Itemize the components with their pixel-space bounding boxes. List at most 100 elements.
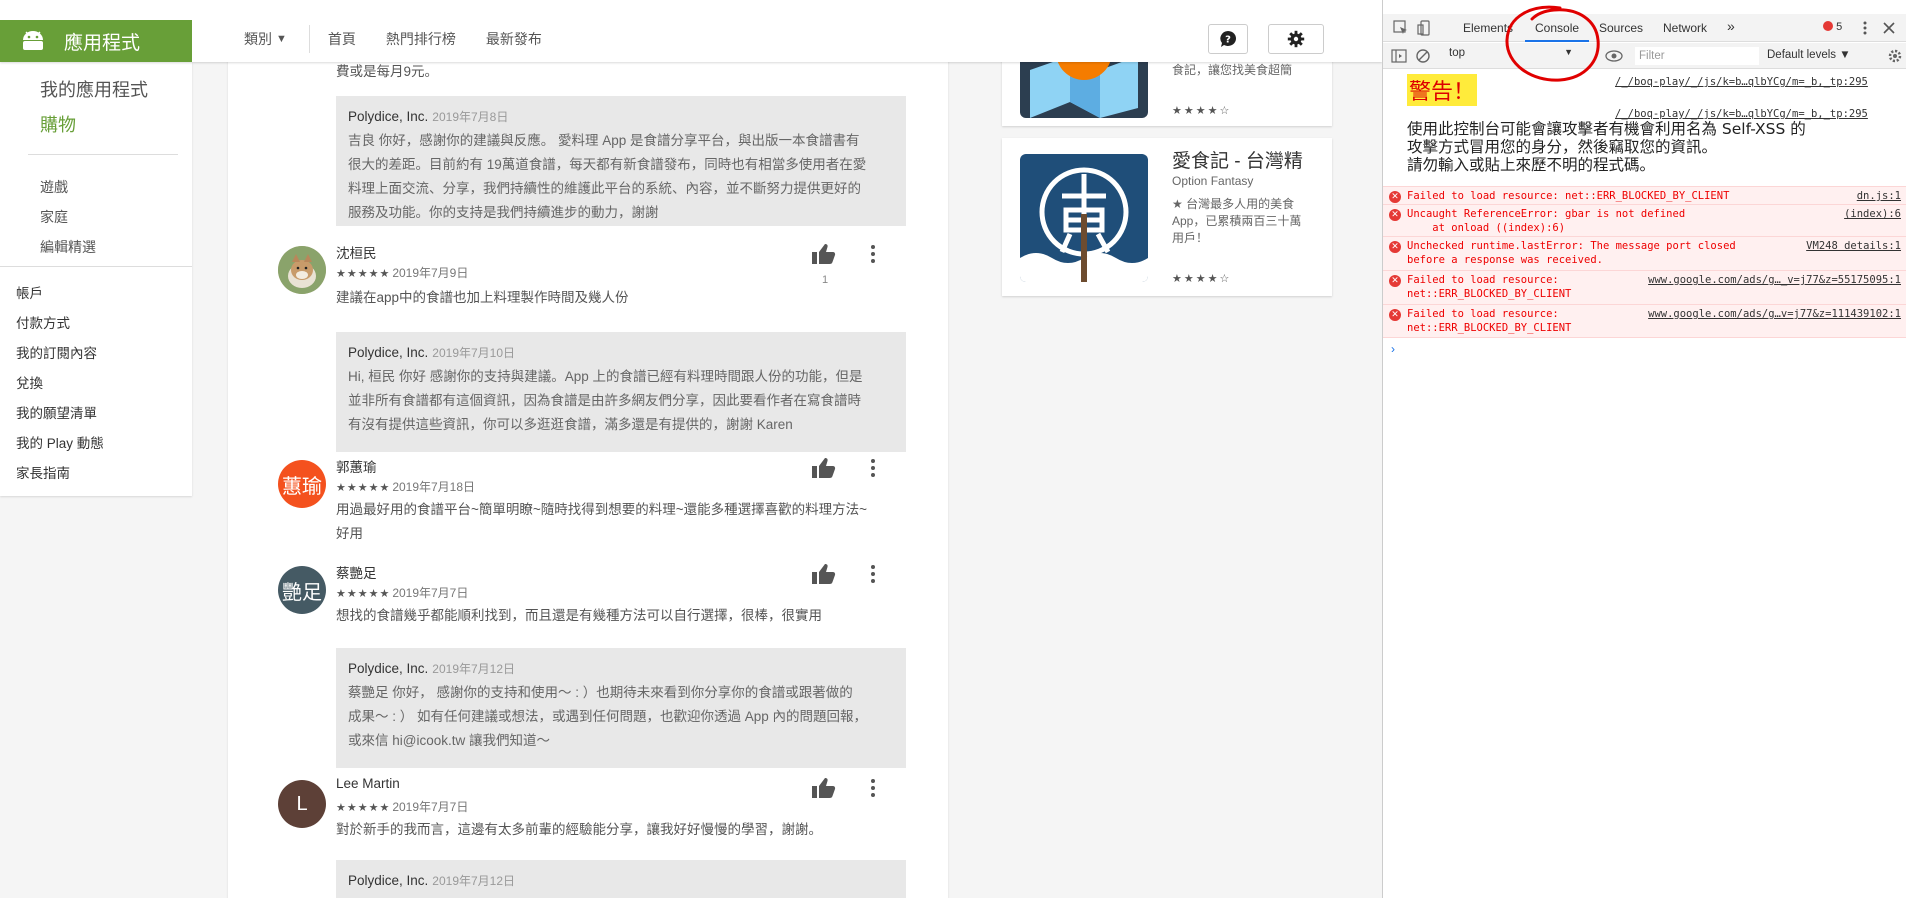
tab-elements[interactable]: Elements bbox=[1463, 21, 1513, 35]
error-message: Failed to load resource: net::ERR_BLOCKE… bbox=[1407, 274, 1572, 300]
error-location[interactable]: www.google.com/ads/g…_v=j77&z=55175095:1 bbox=[1648, 274, 1901, 286]
like-count: 1 bbox=[822, 274, 829, 286]
reply-line: 料理上面交流、分享，我們持續性的維護此平台的系統、內容，並不斷努力提供更好的 bbox=[348, 181, 861, 196]
more-vert-icon[interactable] bbox=[866, 244, 880, 264]
sidebar-toggle-icon[interactable] bbox=[1391, 48, 1407, 64]
console-settings-gear-icon[interactable] bbox=[1887, 48, 1903, 64]
sidenav-shop[interactable]: 購物 bbox=[40, 111, 76, 137]
console-toolbar: top ▼ Filter Default levels ▼ bbox=[1383, 43, 1906, 69]
nav-home[interactable]: 首頁 bbox=[328, 29, 356, 49]
nav-divider bbox=[308, 25, 310, 53]
console-error-row[interactable]: ✕ Failed to load resource: net::ERR_BLOC… bbox=[1383, 304, 1906, 338]
device-toolbar-icon[interactable] bbox=[1417, 20, 1433, 36]
close-devtools-icon[interactable] bbox=[1881, 20, 1897, 36]
error-x-icon: ✕ bbox=[1389, 191, 1401, 203]
tab-sources[interactable]: Sources bbox=[1599, 21, 1643, 35]
app-developer: Option Fantasy bbox=[1172, 174, 1254, 188]
sidenav-item-play-activity[interactable]: 我的 Play 動態 bbox=[16, 432, 104, 452]
error-badge-icon bbox=[1823, 21, 1833, 31]
thumbs-up-icon[interactable] bbox=[810, 562, 836, 586]
feedback-button[interactable]: ? bbox=[1208, 24, 1248, 54]
review-meta: ★★★★★ 2019年7月7日 bbox=[336, 584, 468, 601]
reply-line: 很大的差距。目前約有 19萬道食譜，每天都有新食譜發布，同時也有相當多使用者在愛 bbox=[348, 157, 867, 172]
error-counter[interactable]: 5 bbox=[1823, 21, 1842, 33]
context-selector[interactable]: top ▼ bbox=[1449, 47, 1577, 65]
warning-line: 攻擊方式冒用您的身分，然後竊取您的資訊。 bbox=[1407, 138, 1718, 156]
sidenav-item-parent-guide[interactable]: 家長指南 bbox=[16, 462, 70, 482]
review-meta: ★★★★★ 2019年7月7日 bbox=[336, 798, 468, 815]
error-x-icon: ✕ bbox=[1389, 309, 1401, 321]
more-vert-icon[interactable] bbox=[866, 458, 880, 478]
console-error-row[interactable]: ✕ Unchecked runtime.lastError: The messa… bbox=[1383, 236, 1906, 270]
sidenav-item-subscriptions[interactable]: 我的訂閱內容 bbox=[16, 342, 97, 362]
app-desc: 食記，讓您找美食超簡 bbox=[1172, 63, 1293, 77]
play-store-page: 應用程式 類別 ▼ 首頁 熱門排行榜 最新發布 ? 我的應用程式 購物 遊戲 家… bbox=[0, 0, 1382, 898]
error-location[interactable]: VM248 details:1 bbox=[1806, 240, 1901, 252]
kebab-menu-icon[interactable] bbox=[1857, 20, 1873, 36]
category-dropdown[interactable]: 類別 ▼ bbox=[244, 29, 287, 49]
console-error-row[interactable]: ✕ Uncaught ReferenceError: gbar is not d… bbox=[1383, 204, 1906, 236]
nav-top-charts[interactable]: 熱門排行榜 bbox=[386, 29, 456, 49]
more-tabs-icon[interactable]: » bbox=[1727, 18, 1735, 34]
thumbs-up-icon[interactable] bbox=[810, 242, 836, 266]
tab-console[interactable]: Console bbox=[1535, 21, 1579, 35]
sidenav-item-family[interactable]: 家庭 bbox=[40, 207, 68, 227]
developer-reply: Polydice, Inc. 2019年7月12日 bbox=[336, 860, 906, 898]
devtools-panel: Elements Console Sources Network » 5 top… bbox=[1382, 0, 1906, 898]
review-meta: ★★★★★ 2019年7月9日 bbox=[336, 264, 468, 281]
inspect-element-icon[interactable] bbox=[1393, 20, 1409, 36]
apps-brand-tab[interactable]: 應用程式 bbox=[0, 20, 192, 62]
rating-stars: ★★★★★ bbox=[336, 588, 391, 600]
sidenav-item-payment[interactable]: 付款方式 bbox=[16, 312, 70, 332]
dog-avatar-image bbox=[278, 246, 326, 294]
error-message: Failed to load resource: net::ERR_BLOCKE… bbox=[1407, 308, 1572, 334]
app-desc-line: 用戶！ bbox=[1172, 231, 1209, 245]
sidenav-item-games[interactable]: 遊戲 bbox=[40, 177, 68, 197]
feedback-icon: ? bbox=[1220, 31, 1236, 47]
clear-console-icon[interactable] bbox=[1415, 48, 1431, 64]
developer-reply: Polydice, Inc. 2019年7月8日 吉良 你好，感謝你的建議與反應。… bbox=[336, 96, 906, 226]
category-label: 類別 bbox=[244, 31, 272, 47]
nav-new-releases[interactable]: 最新發布 bbox=[486, 29, 542, 49]
error-location[interactable]: (index):6 bbox=[1844, 208, 1901, 220]
live-expression-eye-icon[interactable] bbox=[1605, 48, 1623, 64]
reply-line: Hi, 桓民 你好 感謝你的支持與建議。App 上的食譜已經有料理時間跟人份的功… bbox=[348, 369, 863, 384]
review-body: 對於新手的我而言，這邊有太多前輩的經驗能分享，讓我好好慢慢的學習，謝謝。 bbox=[336, 818, 896, 842]
settings-button[interactable] bbox=[1268, 24, 1324, 54]
avatar: L bbox=[278, 780, 326, 828]
app-rating-stars: ★★★★☆ bbox=[1172, 273, 1232, 285]
sidenav-my-apps[interactable]: 我的應用程式 bbox=[40, 76, 148, 102]
reply-author: Polydice, Inc. bbox=[348, 661, 429, 676]
error-location[interactable]: dn.js:1 bbox=[1857, 190, 1901, 202]
review-body: 想找的食譜幾乎都能順利找到，而且還是有幾種方法可以自行選擇，很棒，很實用 bbox=[336, 604, 896, 628]
self-xss-warning-text: 使用此控制台可能會讓攻擊者有機會利用名為 Self-XSS 的 攻擊方式冒用您的… bbox=[1407, 120, 1897, 174]
reply-author: Polydice, Inc. bbox=[348, 345, 429, 360]
sidenav-item-redeem[interactable]: 兌換 bbox=[16, 372, 43, 392]
more-vert-icon[interactable] bbox=[866, 564, 880, 584]
app-desc: ★ 台灣最多人用的美食 App，已累積兩百三十萬 用戶！ bbox=[1172, 196, 1317, 247]
reply-line: 蔡艷足 你好， 感謝你的支持和使用～ : ）也期待未來看到你分享你的食譜或跟著做… bbox=[348, 685, 853, 700]
error-location[interactable]: www.google.com/ads/g…v=j77&z=111439102:1 bbox=[1648, 308, 1901, 320]
rating-stars: ★★★★★ bbox=[336, 802, 391, 814]
source-link[interactable]: /_/boq-play/_/js/k=b…qlbYCg/m=_b,_tp:295 bbox=[1615, 108, 1868, 120]
self-xss-warning-title: 警告！ bbox=[1407, 74, 1478, 106]
sidenav-item-wishlist[interactable]: 我的願望清單 bbox=[16, 402, 97, 422]
sidenav-item-editors-choice[interactable]: 編輯精選 bbox=[40, 237, 96, 257]
log-levels-dropdown[interactable]: Default levels ▼ bbox=[1767, 49, 1851, 61]
filter-input[interactable]: Filter bbox=[1635, 47, 1759, 65]
console-error-row[interactable]: ✕ Failed to load resource: net::ERR_BLOC… bbox=[1383, 270, 1906, 304]
top-nav: 類別 ▼ 首頁 熱門排行榜 最新發布 bbox=[244, 25, 572, 53]
sidenav-item-account[interactable]: 帳戶 bbox=[16, 282, 43, 302]
source-link[interactable]: /_/boq-play/_/js/k=b…qlbYCg/m=_b,_tp:295 bbox=[1615, 76, 1868, 88]
more-vert-icon[interactable] bbox=[866, 778, 880, 798]
thumbs-up-icon[interactable] bbox=[810, 776, 836, 800]
review-text-fragment: 費或是每月9元。 bbox=[336, 64, 439, 79]
tab-network[interactable]: Network bbox=[1663, 21, 1707, 35]
console-prompt[interactable]: › bbox=[1391, 342, 1395, 356]
console-error-row[interactable]: ✕ Failed to load resource: net::ERR_BLOC… bbox=[1383, 186, 1906, 204]
dropdown-arrow-icon: ▼ bbox=[1564, 47, 1573, 57]
rating-stars: ★★★★★ bbox=[336, 482, 391, 494]
thumbs-up-icon[interactable] bbox=[810, 456, 836, 480]
app-title: 愛食記 - 台灣精 bbox=[1172, 151, 1303, 172]
similar-app-card[interactable]: 愛食記 - 台灣精 Option Fantasy ★ 台灣最多人用的美食 App… bbox=[1002, 138, 1332, 296]
